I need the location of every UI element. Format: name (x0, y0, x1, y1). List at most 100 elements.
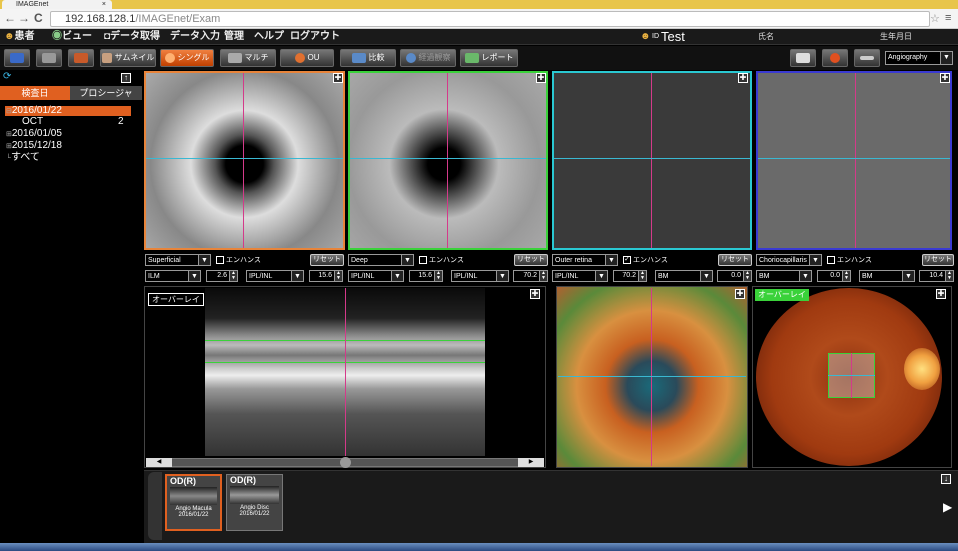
enhance-checkbox-choriocapillaris[interactable]: エンハンス (827, 255, 872, 265)
expand-icon[interactable]: ✚ (738, 73, 748, 83)
expand-icon[interactable]: ✚ (530, 289, 540, 299)
lower-offset-stepper[interactable]: 10.4 ▲ ▼ (919, 270, 954, 282)
expand-icon[interactable]: ✚ (536, 73, 546, 83)
ou-view-button[interactable]: OU (280, 49, 334, 67)
forward-icon[interactable]: → (18, 11, 30, 25)
spin-icon[interactable]: ▲ ▼ (945, 271, 953, 281)
reset-button-superficial[interactable]: リセット (310, 254, 344, 266)
layer-select-outer-retina[interactable]: Outer retina ▼ (552, 254, 618, 266)
lower-boundary-select[interactable]: BM ▼ (859, 270, 915, 282)
browser-menu-icon[interactable]: ≡ (945, 12, 951, 24)
reset-button-choriocapillaris[interactable]: リセット (922, 254, 954, 266)
layer-select-deep[interactable]: Deep ▼ (348, 254, 414, 266)
upper-boundary-select[interactable]: BM ▼ (756, 270, 812, 282)
scroll-thumb[interactable] (340, 457, 351, 468)
strip-collapse-icon[interactable]: ↓ (941, 474, 951, 484)
save-button[interactable] (4, 49, 30, 67)
tab-exam-date[interactable]: 検査日 (0, 86, 70, 100)
angio-superficial-image[interactable] (144, 71, 345, 250)
spin-icon[interactable]: ▲ ▼ (842, 271, 850, 281)
strip-handle[interactable] (148, 472, 162, 540)
bookmark-star-icon[interactable]: ☆ (930, 12, 940, 25)
overlay-label[interactable]: オーバーレイ (148, 293, 204, 306)
color-angio-image[interactable] (556, 286, 748, 468)
expand-icon[interactable]: ✚ (735, 289, 745, 299)
tree-item-20160105[interactable]: ⊞2016/01/05 (6, 128, 62, 140)
folder-button[interactable] (36, 49, 62, 67)
lower-boundary-select[interactable]: IPL/INL ▼ (451, 270, 509, 282)
angio-outer-retina-image[interactable] (552, 71, 752, 250)
lower-boundary-select[interactable]: IPL/INL ▼ (246, 270, 304, 282)
expand-icon[interactable]: ✚ (936, 289, 946, 299)
angio-deep-image[interactable] (348, 71, 548, 250)
expand-icon[interactable]: ✚ (940, 73, 950, 83)
spin-icon[interactable]: ▲ ▼ (743, 271, 751, 281)
ruler-button[interactable] (854, 49, 880, 67)
lower-offset-stepper[interactable]: 15.6 ▲ ▼ (309, 270, 343, 282)
menu-help[interactable]: ヘルプ (254, 30, 284, 44)
enhance-checkbox-deep[interactable]: エンハンス (419, 255, 464, 265)
spin-icon[interactable]: ▲ ▼ (434, 271, 442, 281)
upper-boundary-select[interactable]: IPL/INL ▼ (348, 270, 404, 282)
upper-offset-stepper[interactable]: 70.2 ▲ ▼ (613, 270, 647, 282)
layer-select-superficial[interactable]: Superficial ▼ (145, 254, 211, 266)
capture-button[interactable] (790, 49, 816, 67)
chevron-down-icon: ▼ (291, 271, 303, 281)
reload-icon[interactable]: C (34, 11, 43, 25)
upper-boundary-select[interactable]: ILM ▼ (145, 270, 201, 282)
menu-data-input[interactable]: データ入力 (170, 30, 220, 44)
enhance-checkbox-outer-retina[interactable]: ✓ エンハンス (623, 255, 668, 265)
upper-offset-stepper[interactable]: 15.6 ▲ ▼ (409, 270, 443, 282)
spin-icon[interactable]: ▲ ▼ (229, 271, 237, 281)
scroll-left-icon[interactable]: ◀ (146, 458, 172, 467)
menu-logout[interactable]: ログアウト (290, 30, 340, 44)
layer-select-choriocapillaris[interactable]: Choriocapillaris ▼ (756, 254, 822, 266)
tab-close-icon[interactable]: × (102, 0, 106, 9)
multi-view-button[interactable]: マルチ (220, 49, 276, 67)
thumbnail-button[interactable]: サムネイル (100, 49, 156, 67)
thumbnail-angio-macula[interactable]: OD(R) Angio Macula 2016/01/22 (165, 474, 222, 531)
tree-item-all[interactable]: └すべて (6, 152, 40, 164)
single-icon (164, 52, 175, 63)
thumbnail-angio-disc[interactable]: OD(R) Angio Disc 2016/01/22 (226, 474, 283, 531)
spin-icon[interactable]: ▲ ▼ (638, 271, 646, 281)
tree-item-oct[interactable]: OCT (22, 116, 43, 127)
spin-icon[interactable]: ▲ ▼ (539, 271, 547, 281)
trend-button[interactable]: 経過観察 (400, 49, 456, 67)
scroll-right-icon[interactable]: ▶ (518, 458, 544, 467)
record-button[interactable] (822, 49, 848, 67)
back-icon[interactable]: ← (4, 11, 16, 25)
save-icon (10, 52, 24, 63)
lower-offset-stepper[interactable]: 70.2 ▲ ▼ (513, 270, 548, 282)
report-button[interactable]: レポート (460, 49, 518, 67)
strip-next-icon[interactable]: ▶ (943, 500, 952, 514)
panel-collapse-icon[interactable]: ↑ (121, 73, 131, 83)
refresh-icon[interactable]: ⟳ (3, 71, 11, 82)
single-view-button[interactable]: シングル (160, 49, 214, 67)
menu-patient[interactable]: ☻患者 (4, 30, 35, 44)
mode-select[interactable]: Angiography ▼ (885, 51, 953, 65)
tree-item-20151218[interactable]: ⊞2015/12/18 (6, 140, 62, 152)
export-button[interactable] (68, 49, 94, 67)
menu-data-acquire[interactable]: ◘データ取得 (104, 30, 160, 44)
menu-manage[interactable]: 管理 (224, 30, 244, 44)
upper-offset-stepper[interactable]: 0.0 ▲ ▼ (817, 270, 851, 282)
upper-offset-stepper[interactable]: 2.6 ▲ ▼ (206, 270, 238, 282)
upper-boundary-select[interactable]: IPL/INL ▼ (552, 270, 608, 282)
lower-boundary-select[interactable]: BM ▼ (655, 270, 713, 282)
spin-icon[interactable]: ▲ ▼ (334, 271, 342, 281)
enhance-checkbox-superficial[interactable]: エンハンス (216, 255, 261, 265)
browser-tab[interactable]: IMAGEnet × (2, 0, 112, 9)
tab-procedure[interactable]: プロシージャ (70, 86, 142, 100)
menu-view[interactable]: ◉ビュー (52, 30, 92, 44)
angio-choriocapillaris-image[interactable] (756, 71, 952, 250)
record-icon (830, 52, 840, 63)
reset-button-deep[interactable]: リセット (514, 254, 548, 266)
compare-button[interactable]: 比較 (340, 49, 396, 67)
vertical-cursor (651, 288, 652, 466)
lower-offset-stepper[interactable]: 0.0 ▲ ▼ (717, 270, 752, 282)
reset-button-outer-retina[interactable]: リセット (718, 254, 752, 266)
url-field[interactable]: 192.168.128.1/IMAGEnet/Exam (50, 11, 930, 27)
expand-icon[interactable]: ✚ (333, 73, 343, 83)
fundus-overlay-label[interactable]: オーバーレイ (755, 289, 809, 301)
